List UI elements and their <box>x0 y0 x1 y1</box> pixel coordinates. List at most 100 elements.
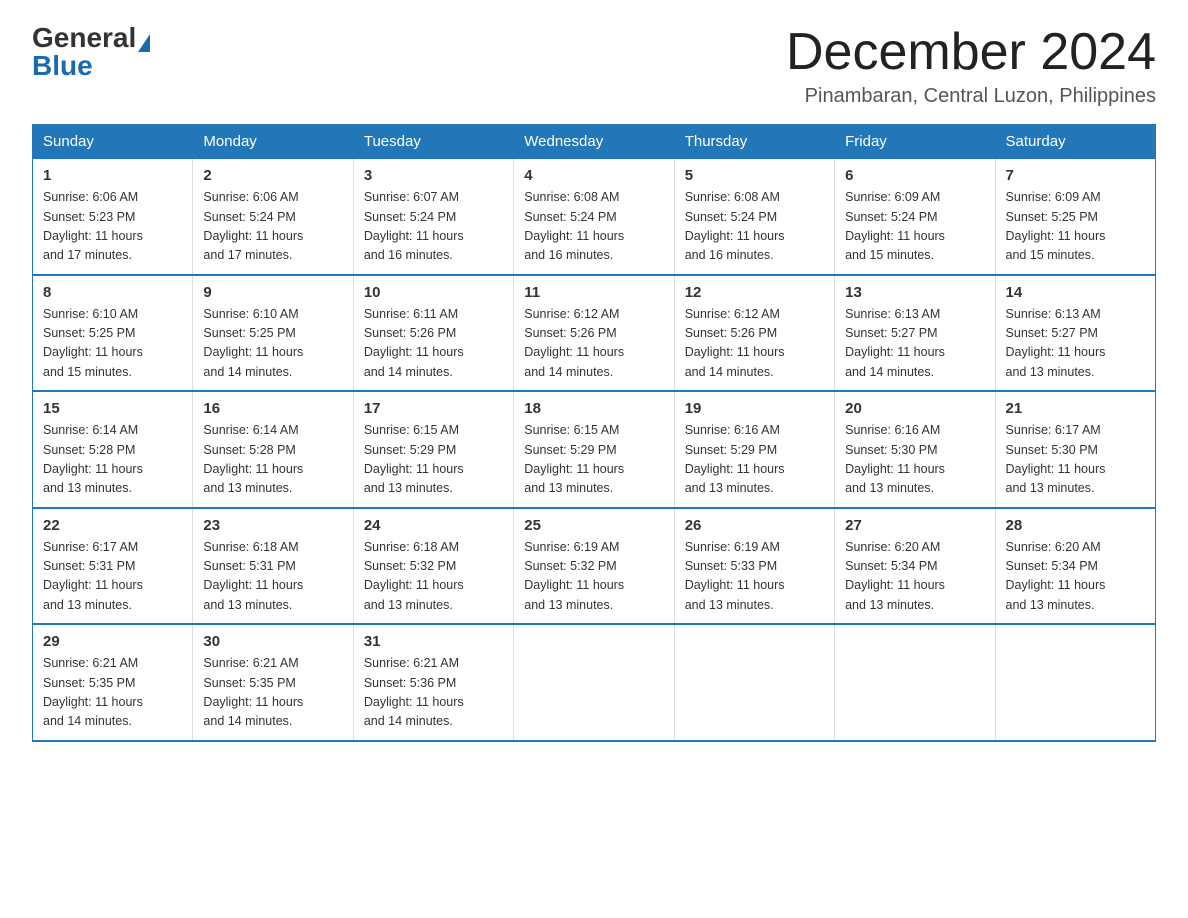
day-number: 3 <box>364 167 503 184</box>
day-info: Sunrise: 6:09 AM Sunset: 5:24 PM Dayligh… <box>845 188 984 266</box>
day-number: 28 <box>1006 517 1145 534</box>
calendar-cell: 6 Sunrise: 6:09 AM Sunset: 5:24 PM Dayli… <box>835 159 995 275</box>
calendar-cell: 27 Sunrise: 6:20 AM Sunset: 5:34 PM Dayl… <box>835 508 995 625</box>
title-section: December 2024 Pinambaran, Central Luzon,… <box>786 24 1156 108</box>
calendar-cell: 14 Sunrise: 6:13 AM Sunset: 5:27 PM Dayl… <box>995 275 1155 392</box>
day-number: 11 <box>524 284 663 301</box>
day-number: 22 <box>43 517 182 534</box>
calendar-cell: 3 Sunrise: 6:07 AM Sunset: 5:24 PM Dayli… <box>353 159 513 275</box>
day-info: Sunrise: 6:17 AM Sunset: 5:30 PM Dayligh… <box>1006 421 1145 499</box>
day-number: 12 <box>685 284 824 301</box>
calendar-cell: 19 Sunrise: 6:16 AM Sunset: 5:29 PM Dayl… <box>674 391 834 508</box>
calendar-cell: 18 Sunrise: 6:15 AM Sunset: 5:29 PM Dayl… <box>514 391 674 508</box>
calendar-header-row: SundayMondayTuesdayWednesdayThursdayFrid… <box>33 125 1156 159</box>
day-info: Sunrise: 6:18 AM Sunset: 5:31 PM Dayligh… <box>203 538 342 616</box>
month-title: December 2024 <box>786 24 1156 81</box>
logo-triangle-icon <box>138 34 150 52</box>
calendar-cell: 7 Sunrise: 6:09 AM Sunset: 5:25 PM Dayli… <box>995 159 1155 275</box>
header-saturday: Saturday <box>995 125 1155 159</box>
calendar-cell: 4 Sunrise: 6:08 AM Sunset: 5:24 PM Dayli… <box>514 159 674 275</box>
calendar-cell: 24 Sunrise: 6:18 AM Sunset: 5:32 PM Dayl… <box>353 508 513 625</box>
day-info: Sunrise: 6:17 AM Sunset: 5:31 PM Dayligh… <box>43 538 182 616</box>
calendar-cell <box>995 624 1155 741</box>
day-info: Sunrise: 6:12 AM Sunset: 5:26 PM Dayligh… <box>524 305 663 383</box>
day-number: 15 <box>43 400 182 417</box>
day-number: 20 <box>845 400 984 417</box>
calendar-cell <box>674 624 834 741</box>
day-number: 14 <box>1006 284 1145 301</box>
day-info: Sunrise: 6:15 AM Sunset: 5:29 PM Dayligh… <box>364 421 503 499</box>
calendar-cell <box>835 624 995 741</box>
calendar-cell: 22 Sunrise: 6:17 AM Sunset: 5:31 PM Dayl… <box>33 508 193 625</box>
day-number: 24 <box>364 517 503 534</box>
day-number: 13 <box>845 284 984 301</box>
day-number: 31 <box>364 633 503 650</box>
calendar-cell: 23 Sunrise: 6:18 AM Sunset: 5:31 PM Dayl… <box>193 508 353 625</box>
calendar-cell: 11 Sunrise: 6:12 AM Sunset: 5:26 PM Dayl… <box>514 275 674 392</box>
day-info: Sunrise: 6:19 AM Sunset: 5:32 PM Dayligh… <box>524 538 663 616</box>
day-number: 27 <box>845 517 984 534</box>
day-number: 29 <box>43 633 182 650</box>
calendar-cell <box>514 624 674 741</box>
logo-blue-line: Blue <box>32 52 93 80</box>
day-info: Sunrise: 6:06 AM Sunset: 5:24 PM Dayligh… <box>203 188 342 266</box>
day-number: 17 <box>364 400 503 417</box>
day-number: 21 <box>1006 400 1145 417</box>
calendar-cell: 8 Sunrise: 6:10 AM Sunset: 5:25 PM Dayli… <box>33 275 193 392</box>
calendar-cell: 29 Sunrise: 6:21 AM Sunset: 5:35 PM Dayl… <box>33 624 193 741</box>
calendar-cell: 28 Sunrise: 6:20 AM Sunset: 5:34 PM Dayl… <box>995 508 1155 625</box>
calendar-cell: 10 Sunrise: 6:11 AM Sunset: 5:26 PM Dayl… <box>353 275 513 392</box>
day-number: 4 <box>524 167 663 184</box>
calendar-cell: 17 Sunrise: 6:15 AM Sunset: 5:29 PM Dayl… <box>353 391 513 508</box>
day-number: 6 <box>845 167 984 184</box>
calendar-cell: 21 Sunrise: 6:17 AM Sunset: 5:30 PM Dayl… <box>995 391 1155 508</box>
logo-general-text: General <box>32 22 136 53</box>
calendar-cell: 5 Sunrise: 6:08 AM Sunset: 5:24 PM Dayli… <box>674 159 834 275</box>
day-number: 30 <box>203 633 342 650</box>
day-info: Sunrise: 6:13 AM Sunset: 5:27 PM Dayligh… <box>1006 305 1145 383</box>
day-number: 19 <box>685 400 824 417</box>
calendar-cell: 9 Sunrise: 6:10 AM Sunset: 5:25 PM Dayli… <box>193 275 353 392</box>
header-wednesday: Wednesday <box>514 125 674 159</box>
day-info: Sunrise: 6:08 AM Sunset: 5:24 PM Dayligh… <box>685 188 824 266</box>
day-number: 5 <box>685 167 824 184</box>
day-number: 25 <box>524 517 663 534</box>
logo-blue-text: Blue <box>32 50 93 81</box>
day-number: 9 <box>203 284 342 301</box>
calendar-cell: 20 Sunrise: 6:16 AM Sunset: 5:30 PM Dayl… <box>835 391 995 508</box>
header-thursday: Thursday <box>674 125 834 159</box>
day-info: Sunrise: 6:10 AM Sunset: 5:25 PM Dayligh… <box>203 305 342 383</box>
calendar-cell: 15 Sunrise: 6:14 AM Sunset: 5:28 PM Dayl… <box>33 391 193 508</box>
day-number: 2 <box>203 167 342 184</box>
calendar-cell: 26 Sunrise: 6:19 AM Sunset: 5:33 PM Dayl… <box>674 508 834 625</box>
day-info: Sunrise: 6:21 AM Sunset: 5:35 PM Dayligh… <box>203 654 342 732</box>
location-text: Pinambaran, Central Luzon, Philippines <box>786 85 1156 108</box>
calendar-cell: 1 Sunrise: 6:06 AM Sunset: 5:23 PM Dayli… <box>33 159 193 275</box>
day-info: Sunrise: 6:19 AM Sunset: 5:33 PM Dayligh… <box>685 538 824 616</box>
day-info: Sunrise: 6:15 AM Sunset: 5:29 PM Dayligh… <box>524 421 663 499</box>
day-info: Sunrise: 6:06 AM Sunset: 5:23 PM Dayligh… <box>43 188 182 266</box>
calendar-cell: 30 Sunrise: 6:21 AM Sunset: 5:35 PM Dayl… <box>193 624 353 741</box>
logo: General Blue <box>32 24 150 80</box>
day-number: 1 <box>43 167 182 184</box>
week-row-4: 29 Sunrise: 6:21 AM Sunset: 5:35 PM Dayl… <box>33 624 1156 741</box>
day-info: Sunrise: 6:20 AM Sunset: 5:34 PM Dayligh… <box>1006 538 1145 616</box>
day-info: Sunrise: 6:12 AM Sunset: 5:26 PM Dayligh… <box>685 305 824 383</box>
page-header: General Blue December 2024 Pinambaran, C… <box>32 24 1156 108</box>
day-info: Sunrise: 6:16 AM Sunset: 5:29 PM Dayligh… <box>685 421 824 499</box>
day-info: Sunrise: 6:14 AM Sunset: 5:28 PM Dayligh… <box>203 421 342 499</box>
day-info: Sunrise: 6:09 AM Sunset: 5:25 PM Dayligh… <box>1006 188 1145 266</box>
day-info: Sunrise: 6:21 AM Sunset: 5:35 PM Dayligh… <box>43 654 182 732</box>
logo-general-line: General <box>32 24 150 52</box>
header-monday: Monday <box>193 125 353 159</box>
calendar-cell: 16 Sunrise: 6:14 AM Sunset: 5:28 PM Dayl… <box>193 391 353 508</box>
header-friday: Friday <box>835 125 995 159</box>
day-info: Sunrise: 6:07 AM Sunset: 5:24 PM Dayligh… <box>364 188 503 266</box>
day-number: 23 <box>203 517 342 534</box>
day-info: Sunrise: 6:13 AM Sunset: 5:27 PM Dayligh… <box>845 305 984 383</box>
day-number: 16 <box>203 400 342 417</box>
day-number: 7 <box>1006 167 1145 184</box>
week-row-3: 22 Sunrise: 6:17 AM Sunset: 5:31 PM Dayl… <box>33 508 1156 625</box>
calendar-cell: 2 Sunrise: 6:06 AM Sunset: 5:24 PM Dayli… <box>193 159 353 275</box>
week-row-2: 15 Sunrise: 6:14 AM Sunset: 5:28 PM Dayl… <box>33 391 1156 508</box>
